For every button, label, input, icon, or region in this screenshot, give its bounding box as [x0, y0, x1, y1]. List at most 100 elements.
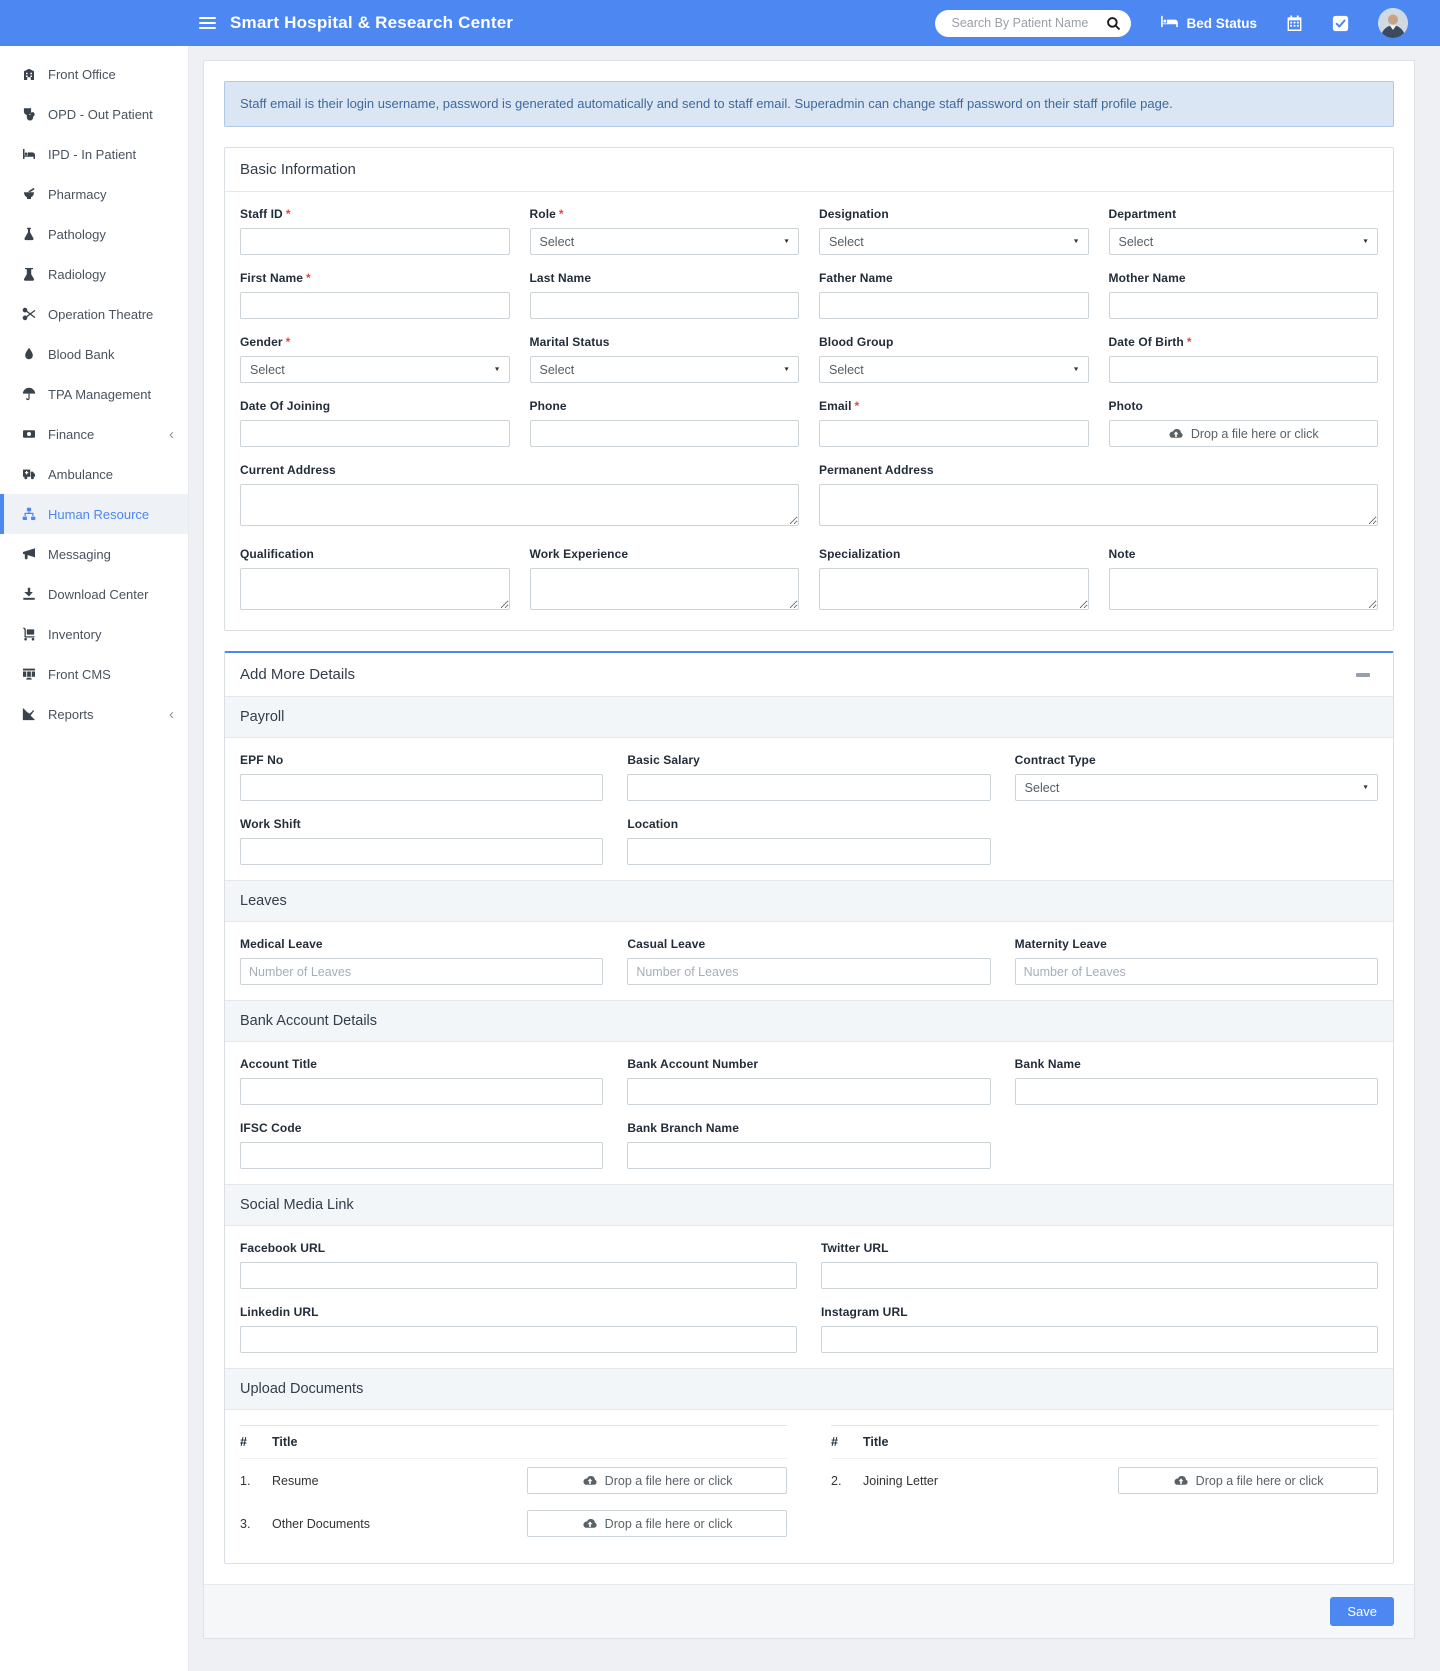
other-documents-dropzone[interactable]: Drop a file here or click	[527, 1510, 787, 1537]
field-label: Bank Branch Name	[627, 1121, 990, 1135]
work-shift-input[interactable]	[240, 838, 603, 865]
flask-icon	[21, 227, 37, 241]
twitter-url-input[interactable]	[821, 1262, 1378, 1289]
sidebar-item-ambulance[interactable]: Ambulance	[0, 454, 188, 494]
photo-dropzone[interactable]: Drop a file here or click	[1109, 420, 1379, 447]
form-field-bank-account-number: Bank Account Number	[627, 1057, 990, 1105]
collapse-icon[interactable]	[1356, 673, 1370, 677]
sidebar-item-human-resource[interactable]: Human Resource	[0, 494, 188, 534]
contract-type-select[interactable]: Select▼	[1015, 774, 1378, 801]
bank-account-number-input[interactable]	[627, 1078, 990, 1105]
field-label: Contract Type	[1015, 753, 1378, 767]
user-avatar[interactable]	[1378, 8, 1408, 38]
menu-icon[interactable]	[199, 14, 216, 32]
field-label: Mother Name	[1109, 271, 1379, 285]
role-select[interactable]: Select▼	[530, 228, 800, 255]
form-field-location: Location	[627, 817, 990, 865]
ifsc-code-input[interactable]	[240, 1142, 603, 1169]
patient-search-box[interactable]	[935, 10, 1131, 37]
location-input[interactable]	[627, 838, 990, 865]
sidebar-item-download-center[interactable]: Download Center	[0, 574, 188, 614]
resume-dropzone[interactable]: Drop a file here or click	[527, 1467, 787, 1494]
current-address-textarea[interactable]	[240, 484, 799, 526]
mother-name-input[interactable]	[1109, 292, 1379, 319]
form-field-work-experience: Work Experience	[530, 547, 800, 615]
sidebar-item-operation-theatre[interactable]: Operation Theatre	[0, 294, 188, 334]
droplet-icon	[21, 347, 37, 361]
blood-group-select[interactable]: Select▼	[819, 356, 1089, 383]
sidebar-item-pharmacy[interactable]: Pharmacy	[0, 174, 188, 214]
sidebar-item-ipd-in-patient[interactable]: IPD - In Patient	[0, 134, 188, 174]
form-field-designation: DesignationSelect▼	[819, 207, 1089, 255]
field-label: Email*	[819, 399, 1089, 413]
date-of-joining-input[interactable]	[240, 420, 510, 447]
linkedin-url-input[interactable]	[240, 1326, 797, 1353]
staff-id-input[interactable]	[240, 228, 510, 255]
department-select[interactable]: Select▼	[1109, 228, 1379, 255]
sidebar-item-reports[interactable]: Reports‹	[0, 694, 188, 734]
select-value: Select	[1119, 235, 1154, 249]
casual-leave-input[interactable]	[627, 958, 990, 985]
select-value: Select	[829, 363, 864, 377]
basic-salary-input[interactable]	[627, 774, 990, 801]
search-icon[interactable]	[1106, 16, 1121, 31]
joining-letter-dropzone[interactable]: Drop a file here or click	[1118, 1467, 1378, 1494]
sidebar-item-messaging[interactable]: Messaging	[0, 534, 188, 574]
form-field-basic-salary: Basic Salary	[627, 753, 990, 801]
medical-leave-input[interactable]	[240, 958, 603, 985]
first-name-input[interactable]	[240, 292, 510, 319]
bed-status-link[interactable]: Bed Status	[1160, 15, 1257, 31]
sidebar-item-opd-out-patient[interactable]: OPD - Out Patient	[0, 94, 188, 134]
save-button[interactable]: Save	[1330, 1597, 1394, 1626]
sidebar-item-inventory[interactable]: Inventory	[0, 614, 188, 654]
father-name-input[interactable]	[819, 292, 1089, 319]
facebook-url-input[interactable]	[240, 1262, 797, 1289]
row-number: 3.	[240, 1517, 272, 1531]
form-field-date-of-birth: Date Of Birth*	[1109, 335, 1379, 383]
field-label: Account Title	[240, 1057, 603, 1071]
bank-branch-name-input[interactable]	[627, 1142, 990, 1169]
account-title-input[interactable]	[240, 1078, 603, 1105]
gender-select[interactable]: Select▼	[240, 356, 510, 383]
qualification-textarea[interactable]	[240, 568, 510, 610]
sidebar-item-label: Messaging	[48, 547, 111, 562]
sidebar-item-blood-bank[interactable]: Blood Bank	[0, 334, 188, 374]
form-field-qualification: Qualification	[240, 547, 510, 615]
permanent-address-textarea[interactable]	[819, 484, 1378, 526]
epf-no-input[interactable]	[240, 774, 603, 801]
date-of-birth-input[interactable]	[1109, 356, 1379, 383]
upload-cloud-icon	[1168, 428, 1184, 439]
field-label: Twitter URL	[821, 1241, 1378, 1255]
bank-name-input[interactable]	[1015, 1078, 1378, 1105]
email-input[interactable]	[819, 420, 1089, 447]
designation-select[interactable]: Select▼	[819, 228, 1089, 255]
sidebar-item-pathology[interactable]: Pathology	[0, 214, 188, 254]
marital-status-select[interactable]: Select▼	[530, 356, 800, 383]
sidebar-item-front-cms[interactable]: Front CMS	[0, 654, 188, 694]
sidebar-item-label: Front Office	[48, 67, 116, 82]
dropzone-label: Drop a file here or click	[1191, 427, 1319, 441]
sidebar-item-tpa-management[interactable]: TPA Management	[0, 374, 188, 414]
sidebar-item-finance[interactable]: Finance‹	[0, 414, 188, 454]
upload-table-header: #Title	[831, 1425, 1378, 1459]
maternity-leave-input[interactable]	[1015, 958, 1378, 985]
instagram-url-input[interactable]	[821, 1326, 1378, 1353]
tasks-icon[interactable]	[1332, 15, 1349, 32]
form-field-role: Role*Select▼	[530, 207, 800, 255]
phone-input[interactable]	[530, 420, 800, 447]
form-field-mother-name: Mother Name	[1109, 271, 1379, 319]
field-label: IFSC Code	[240, 1121, 603, 1135]
dropzone-label: Drop a file here or click	[605, 1517, 733, 1531]
sidebar-item-radiology[interactable]: Radiology	[0, 254, 188, 294]
sidebar-item-label: Pathology	[48, 227, 106, 242]
search-input[interactable]	[949, 15, 1106, 31]
sidebar-item-front-office[interactable]: Front Office	[0, 54, 188, 94]
specialization-textarea[interactable]	[819, 568, 1089, 610]
work-experience-textarea[interactable]	[530, 568, 800, 610]
calendar-icon[interactable]	[1286, 15, 1303, 32]
last-name-input[interactable]	[530, 292, 800, 319]
note-textarea[interactable]	[1109, 568, 1379, 610]
sidebar-item-label: Reports	[48, 707, 94, 722]
field-label: Department	[1109, 207, 1379, 221]
scissors-icon	[21, 307, 37, 321]
